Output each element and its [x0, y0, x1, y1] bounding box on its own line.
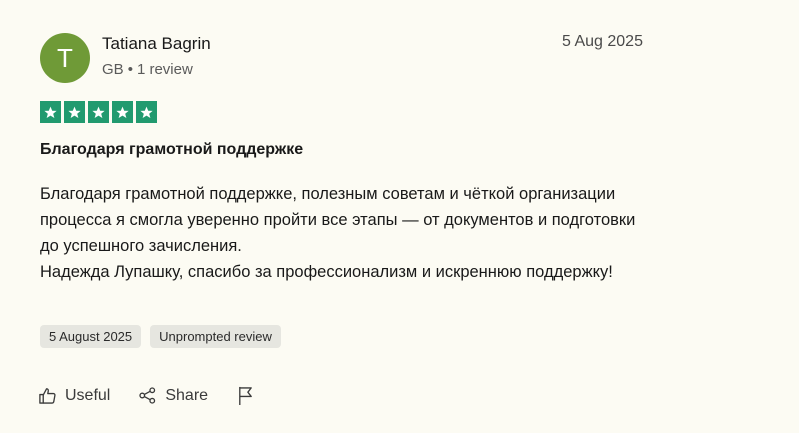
review-date: 5 Aug 2025 — [562, 33, 643, 50]
review-title[interactable]: Благодаря грамотной поддержке — [40, 141, 303, 159]
review-paragraph: Благодаря грамотной поддержке, полезным … — [40, 185, 636, 255]
star-icon — [112, 101, 133, 123]
avatar-initial: T — [57, 43, 73, 73]
star-icon — [88, 101, 109, 123]
reviewer-country: GB — [102, 61, 124, 78]
useful-label: Useful — [65, 386, 111, 404]
star-rating — [40, 101, 157, 123]
avatar[interactable]: T — [40, 33, 90, 83]
review-actions: Useful Share — [38, 385, 255, 406]
meta-separator: • — [127, 61, 133, 78]
unprompted-review-tag[interactable]: Unprompted review — [150, 325, 281, 348]
experience-date-tag: 5 August 2025 — [40, 325, 142, 348]
useful-button[interactable]: Useful — [38, 386, 110, 405]
review-body: Благодаря грамотной поддержке, полезным … — [40, 181, 640, 285]
star-icon — [64, 101, 85, 123]
thumbs-up-icon — [38, 386, 57, 405]
flag-icon — [236, 385, 255, 406]
share-icon — [138, 386, 157, 405]
review-tags: 5 August 2025 Unprompted review — [40, 325, 281, 348]
reviewer-review-count: 1 review — [136, 61, 193, 78]
reviewer-meta: GB • 1 review — [102, 61, 193, 78]
star-icon — [136, 101, 157, 123]
share-button[interactable]: Share — [138, 386, 208, 405]
share-label: Share — [165, 386, 209, 404]
review-paragraph: Надежда Лупашку, спасибо за профессионал… — [40, 263, 613, 281]
reviewer-name[interactable]: Tatiana Bagrin — [102, 34, 211, 54]
star-icon — [40, 101, 61, 123]
report-button[interactable] — [236, 385, 255, 406]
